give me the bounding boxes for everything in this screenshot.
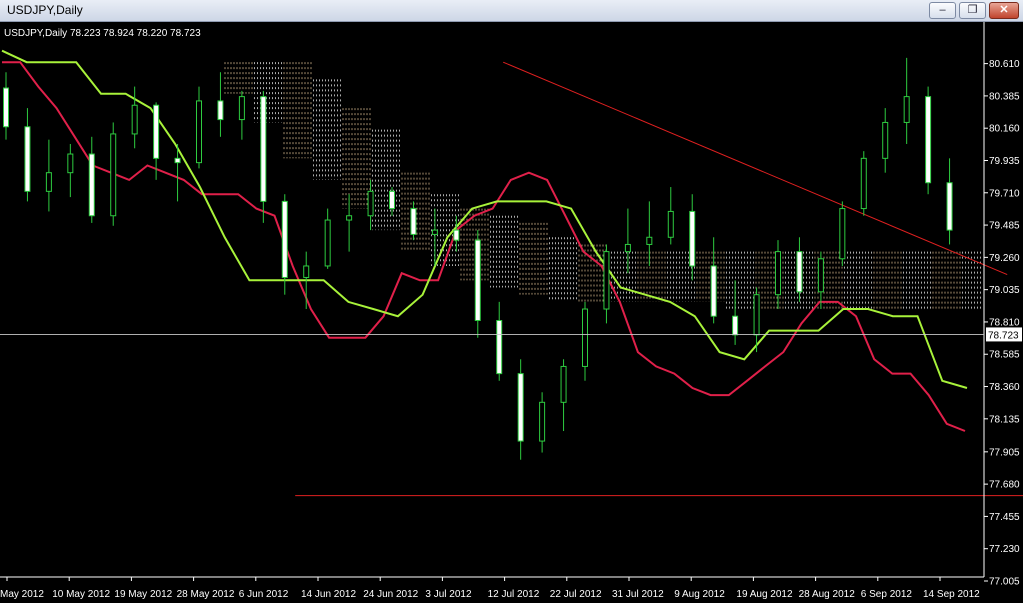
y-tick-label: 79.710 xyxy=(989,188,1020,199)
x-tick-label: 6 Sep 2012 xyxy=(861,589,913,600)
candle-body xyxy=(110,133,117,217)
y-tick-label: 77.680 xyxy=(989,480,1020,491)
candle-body xyxy=(324,219,331,267)
candle-body xyxy=(238,96,245,121)
candle-body xyxy=(667,210,674,238)
y-tick-label: 79.935 xyxy=(989,156,1020,167)
candle-body xyxy=(45,172,52,192)
candle-body xyxy=(775,251,781,296)
x-tick-label: 14 Sep 2012 xyxy=(923,589,980,600)
y-tick-label: 77.905 xyxy=(989,447,1020,458)
candle-body xyxy=(903,96,910,123)
candle-body xyxy=(474,239,481,322)
minimize-button[interactable]: ‒ xyxy=(929,2,956,19)
candle-body xyxy=(367,190,374,217)
candle-body xyxy=(860,157,867,210)
y-tick-label: 80.160 xyxy=(989,124,1020,135)
candle-body xyxy=(796,251,803,293)
x-tick-label: 14 Jun 2012 xyxy=(301,589,356,600)
candle-body xyxy=(582,308,588,367)
candle-body xyxy=(882,121,889,159)
candle-body xyxy=(346,215,353,221)
restore-button[interactable]: ❐ xyxy=(959,2,986,19)
x-tick-label: 24 Jun 2012 xyxy=(363,589,418,600)
candle-body xyxy=(67,153,74,174)
window-title: USDJPY,Daily xyxy=(7,3,83,17)
candle-body xyxy=(753,294,760,336)
x-tick-label: 28 May 2012 xyxy=(177,589,235,600)
candle-body xyxy=(517,373,524,442)
x-tick-label: 31 Jul 2012 xyxy=(612,589,664,600)
candle-body xyxy=(3,87,9,128)
candle-body xyxy=(196,100,202,164)
candle-body xyxy=(839,208,846,260)
y-tick-label: 79.485 xyxy=(989,221,1020,232)
x-tick-label: 19 Aug 2012 xyxy=(736,589,793,600)
y-tick-label: 77.005 xyxy=(989,577,1020,588)
candle-body xyxy=(174,157,181,164)
candle-body xyxy=(925,96,932,184)
candle-body xyxy=(131,104,138,135)
candle-body xyxy=(453,229,460,241)
y-tick-label: 78.360 xyxy=(989,382,1020,393)
x-tick-label: 9 Aug 2012 xyxy=(674,589,725,600)
candle-body xyxy=(539,401,546,442)
x-tick-label: 22 Jul 2012 xyxy=(550,589,602,600)
y-tick-label: 78.135 xyxy=(989,414,1020,425)
x-tick-label: 12 Jul 2012 xyxy=(488,589,540,600)
candle-body xyxy=(88,153,95,217)
x-tick-label: 10 May 2012 xyxy=(52,589,110,600)
x-tick-label: May 2012 xyxy=(0,589,44,600)
y-tick-label: 79.260 xyxy=(989,253,1020,264)
y-tick-label: 77.230 xyxy=(989,544,1020,555)
y-tick-label: 79.035 xyxy=(989,285,1020,296)
window-titlebar: USDJPY,Daily ‒ ❐ ✕ xyxy=(0,0,1023,22)
close-button[interactable]: ✕ xyxy=(989,2,1019,19)
chart-info-line: USDJPY,Daily 78.223 78.924 78.220 78.723 xyxy=(4,28,201,39)
price-chart[interactable]: 80.610 80.385 80.160 79.935 79.710 79.485 79.2… xyxy=(0,22,1023,603)
candle-body xyxy=(260,96,267,202)
candle-body xyxy=(303,265,310,278)
candle-body xyxy=(646,236,653,245)
candle-body xyxy=(217,100,224,121)
candle-body xyxy=(410,208,417,235)
candle-body xyxy=(153,104,160,159)
candle-body xyxy=(603,251,610,310)
candle-body xyxy=(710,265,717,317)
candle-body xyxy=(689,210,696,267)
candle-body xyxy=(732,315,739,336)
y-tick-label: 80.610 xyxy=(989,59,1020,70)
y-tick-label: 77.455 xyxy=(989,512,1020,523)
y-tick-label: 78.585 xyxy=(989,350,1020,361)
candle-body xyxy=(281,200,288,278)
current-price-label: 78.723 xyxy=(988,330,1019,341)
candle-body xyxy=(946,182,953,231)
candle-body xyxy=(560,365,567,403)
candle-body xyxy=(496,320,503,375)
x-tick-label: 19 May 2012 xyxy=(114,589,172,600)
candle-body xyxy=(431,229,438,235)
y-tick-label: 80.385 xyxy=(989,91,1020,102)
x-tick-label: 6 Jun 2012 xyxy=(239,589,289,600)
candle-body xyxy=(624,243,631,253)
x-tick-label: 3 Jul 2012 xyxy=(425,589,472,600)
candle-body xyxy=(389,190,395,210)
candle-body xyxy=(817,258,824,293)
x-tick-label: 28 Aug 2012 xyxy=(799,589,856,600)
candle-body xyxy=(24,126,31,192)
y-tick-label: 78.810 xyxy=(989,317,1020,328)
